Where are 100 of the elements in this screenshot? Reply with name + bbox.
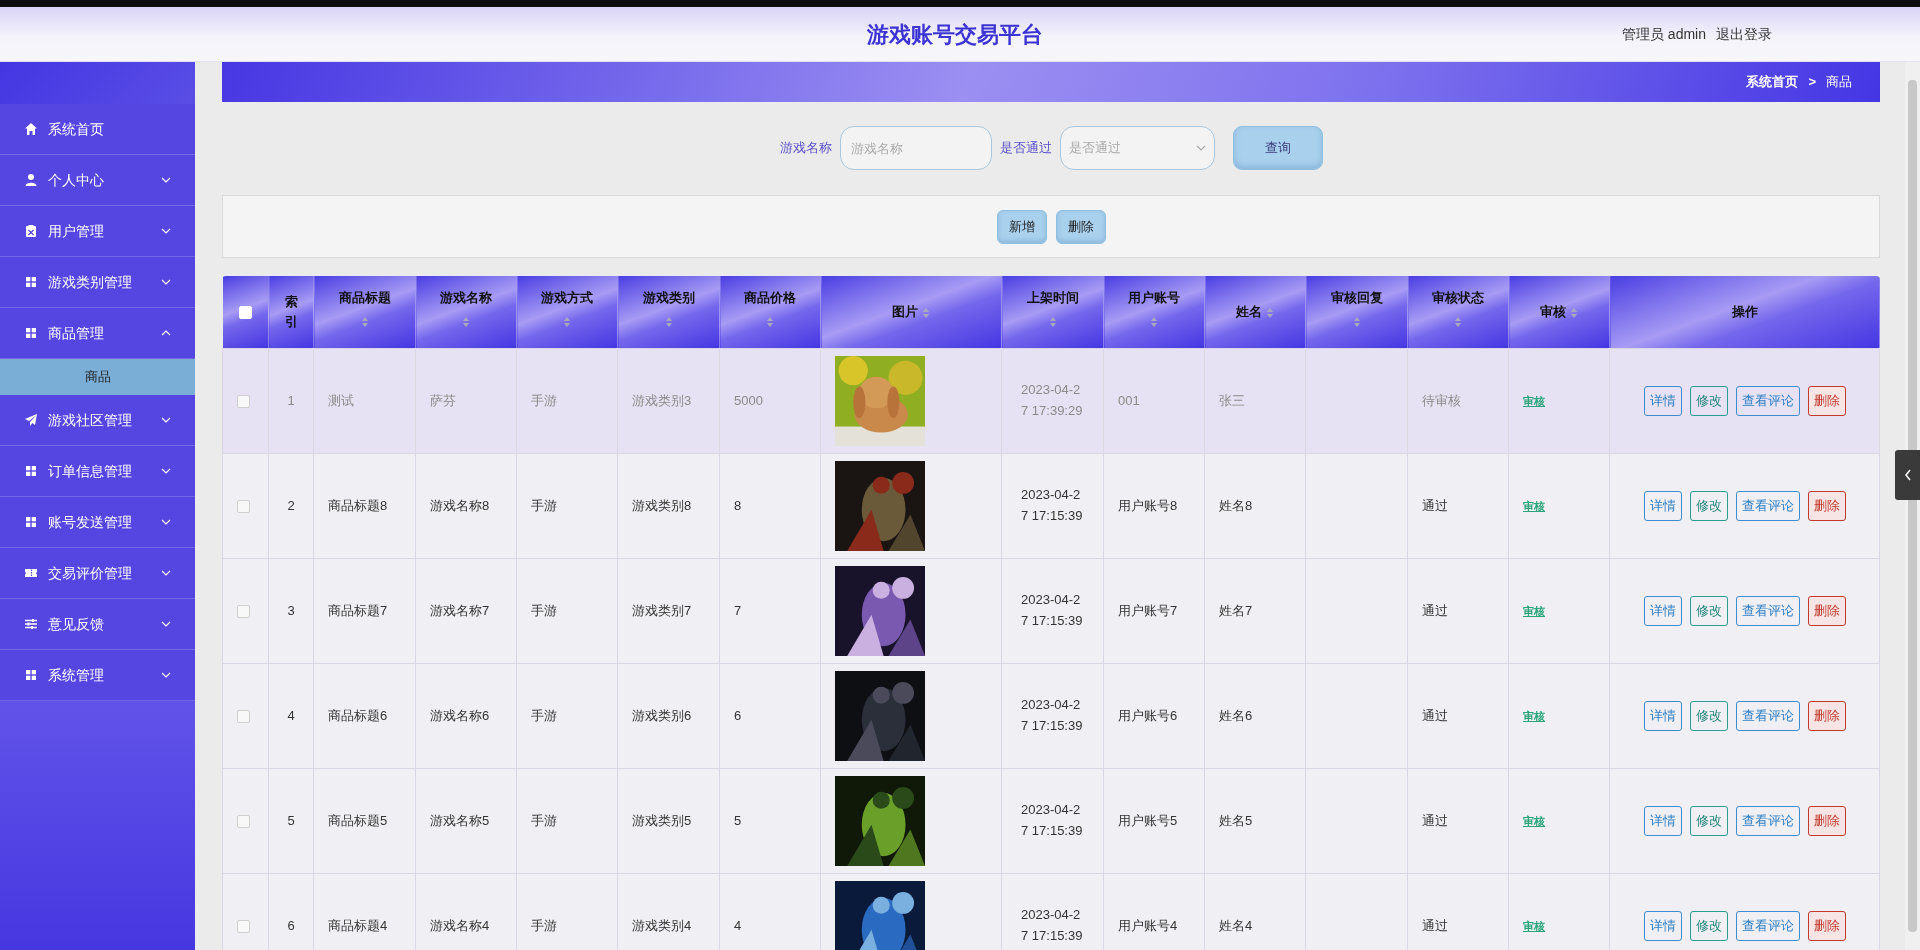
chevron-down-icon	[161, 279, 171, 285]
row-checkbox[interactable]	[237, 604, 250, 618]
sort-icon	[1150, 315, 1158, 328]
table-cell: 5	[719, 768, 821, 873]
table-cell: 通过	[1407, 663, 1509, 768]
column-header[interactable]: 上架时间	[1001, 276, 1104, 348]
delete-button[interactable]: 删除	[1807, 700, 1846, 731]
audit-link[interactable]: 审核	[1523, 709, 1545, 722]
table-cell: 5000	[719, 348, 821, 453]
action-button[interactable]: 查看评论	[1735, 490, 1800, 521]
row-checkbox[interactable]	[237, 814, 250, 828]
menu-label: 意见反馈	[48, 614, 105, 634]
menu-item[interactable]: 账号发送管理	[0, 497, 195, 548]
sort-icon	[1048, 315, 1057, 328]
menu-item[interactable]: 用户管理	[0, 206, 195, 257]
action-button[interactable]: 详情	[1643, 490, 1682, 521]
column-header[interactable]: 图片	[820, 276, 1002, 348]
row-checkbox[interactable]	[237, 919, 250, 933]
action-button[interactable]: 查看评论	[1735, 385, 1800, 416]
action-button[interactable]: 详情	[1643, 595, 1682, 626]
action-button[interactable]: 查看评论	[1735, 700, 1800, 731]
audit-link[interactable]: 审核	[1523, 604, 1545, 617]
delete-button[interactable]: 删除	[1807, 595, 1846, 626]
scrollbar[interactable]	[1905, 62, 1920, 950]
audit-link[interactable]: 审核	[1523, 499, 1545, 512]
table-cell: 姓名7	[1204, 558, 1306, 663]
column-header: 操作	[1609, 276, 1880, 348]
edit-button[interactable]: 修改	[1689, 700, 1728, 731]
column-header[interactable]: 游戏类别	[617, 276, 720, 348]
action-button[interactable]: 详情	[1643, 385, 1682, 416]
menu-item[interactable]: 意见反馈	[0, 599, 195, 650]
menu-item[interactable]: 交易评价管理	[0, 548, 195, 599]
menu-item[interactable]: 个人中心	[0, 155, 195, 206]
select-all-checkbox[interactable]	[238, 306, 252, 320]
delete-button[interactable]: 删除	[1807, 910, 1846, 941]
column-header[interactable]: 游戏名称	[415, 276, 517, 348]
action-button[interactable]: 查看评论	[1735, 595, 1800, 626]
column-header[interactable]: 审核状态	[1407, 276, 1509, 348]
chevron-down-icon	[161, 621, 171, 627]
menu-label: 系统管理	[48, 665, 105, 685]
delete-button[interactable]: 删除	[1807, 385, 1846, 416]
submenu-item[interactable]: 商品	[0, 359, 195, 395]
collapse-tab[interactable]	[1895, 450, 1920, 500]
action-button[interactable]: 查看评论	[1735, 910, 1800, 941]
user-label: 管理员 admin	[1621, 24, 1706, 44]
chevron-down-icon	[161, 570, 171, 576]
table-cell: 姓名8	[1204, 453, 1306, 558]
edit-button[interactable]: 修改	[1689, 805, 1728, 836]
grid-icon	[24, 668, 38, 682]
table-cell: 游戏名称5	[415, 768, 517, 873]
table-cell: 商品标题6	[313, 663, 416, 768]
table-cell: 游戏类别5	[617, 768, 720, 873]
delete-button[interactable]: 删除	[1807, 490, 1846, 521]
audit-link[interactable]: 审核	[1523, 814, 1545, 827]
add-button[interactable]: 新增	[996, 209, 1047, 244]
menu-label: 订单信息管理	[48, 461, 133, 481]
chevron-left-icon	[1903, 469, 1912, 481]
column-header[interactable]: 审核	[1508, 276, 1610, 348]
edit-button[interactable]: 修改	[1689, 490, 1728, 521]
action-button[interactable]: 详情	[1643, 805, 1682, 836]
table-cell: 游戏名称6	[415, 663, 517, 768]
row-checkbox[interactable]	[237, 394, 250, 408]
row-checkbox[interactable]	[237, 709, 250, 723]
column-header[interactable]: 审核回复	[1305, 276, 1408, 348]
table-cell: 商品标题5	[313, 768, 416, 873]
audit-link[interactable]: 审核	[1523, 394, 1545, 407]
search-field[interactable]: 游戏名称	[839, 126, 992, 170]
column-header[interactable]: 姓名	[1204, 276, 1306, 348]
table-cell: 游戏名称7	[415, 558, 517, 663]
menu-item[interactable]: 系统管理	[0, 650, 195, 701]
breadcrumb-link[interactable]: 系统首页	[1746, 72, 1799, 92]
audit-link[interactable]: 审核	[1523, 919, 1545, 932]
menu-item[interactable]: 游戏社区管理	[0, 395, 195, 446]
app-title: 游戏账号交易平台	[867, 20, 1043, 49]
edit-button[interactable]: 修改	[1689, 910, 1728, 941]
delete-button[interactable]: 删除	[1807, 805, 1846, 836]
column-header[interactable]: 商品价格	[719, 276, 821, 348]
logout-link[interactable]: 退出登录	[1716, 23, 1772, 45]
menu-item[interactable]: 订单信息管理	[0, 446, 195, 497]
search-button[interactable]: 查询	[1232, 126, 1323, 170]
column-header[interactable]: 游戏方式	[516, 276, 618, 348]
sliders-icon	[24, 617, 38, 631]
column-header[interactable]: 用户账号	[1103, 276, 1205, 348]
menu-item[interactable]: 游戏类别管理	[0, 257, 195, 308]
table-cell: 用户账号8	[1103, 453, 1205, 558]
row-checkbox[interactable]	[237, 499, 250, 513]
edit-button[interactable]: 修改	[1689, 595, 1728, 626]
menu-item[interactable]: 商品管理	[0, 308, 195, 359]
scrollbar-thumb[interactable]	[1908, 80, 1917, 932]
table-cell: 7	[719, 558, 821, 663]
edit-button[interactable]: 修改	[1689, 385, 1728, 416]
menu-label: 个人中心	[48, 170, 105, 190]
sort-icon	[462, 315, 470, 328]
delete-button[interactable]: 删除	[1055, 209, 1106, 244]
table-cell: 游戏类别6	[617, 663, 720, 768]
action-button[interactable]: 详情	[1643, 700, 1682, 731]
action-button[interactable]: 查看评论	[1735, 805, 1800, 836]
column-header[interactable]: 商品标题	[313, 276, 416, 348]
table-cell: 商品标题7	[313, 558, 416, 663]
action-button[interactable]: 详情	[1643, 910, 1682, 941]
